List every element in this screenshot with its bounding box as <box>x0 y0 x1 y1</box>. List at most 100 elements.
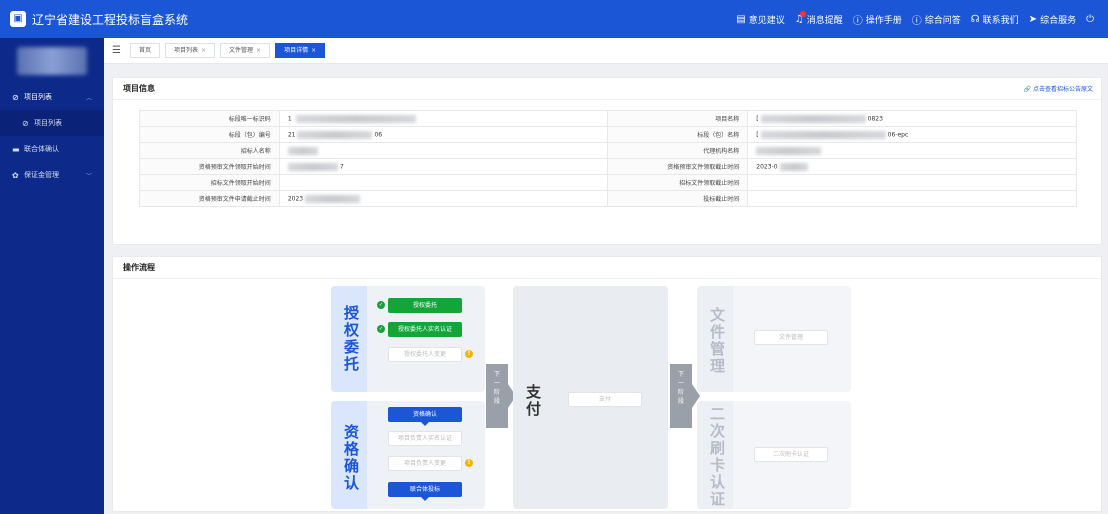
service-button[interactable]: ➤ 综合服务 <box>1029 13 1076 26</box>
group-icon: ▬ <box>12 144 20 154</box>
sidebar-item-project-list[interactable]: ⊘ 项目列表 <box>0 110 104 136</box>
check-icon: ✓ <box>377 325 385 333</box>
folder-icon: ⊘ <box>12 92 19 102</box>
field-value <box>747 190 1077 207</box>
menu-toggle-icon[interactable]: ☰ <box>112 45 121 56</box>
table-row: 标段（包）编号 21 06 标段（包）名称 [06-epc <box>139 126 1077 143</box>
chevron-down-icon <box>421 497 429 501</box>
stage-label-qualification: 资格确认 <box>342 424 360 492</box>
panel-title: 项目信息 <box>123 84 155 93</box>
field-label: 招标文件领取截止时间 <box>607 174 749 191</box>
field-value: 2023-0 <box>747 158 1077 175</box>
field-value: 21 06 <box>278 126 609 143</box>
header-actions: ▤ 意见建议 ♫ 消息提醒 ⓘ 操作手册 ⓘ 综合问答 ☊ 联系我们 ➤ 综合服务 ⏻ <box>736 10 1108 27</box>
close-icon[interactable]: × <box>256 47 261 54</box>
table-row: 资格预审文件领取开始时间 7 资格预审文件领取截止时间 2023-0 <box>139 158 1077 175</box>
manual-button[interactable]: ⓘ 操作手册 <box>853 12 902 27</box>
power-button[interactable]: ⏻ <box>1086 14 1094 25</box>
avatar <box>17 47 87 75</box>
authorized-person-verify-button[interactable]: 授权委托人实名认证 <box>388 322 462 337</box>
stage-label-card-auth: 二次刷卡认证 <box>708 406 726 508</box>
contact-button[interactable]: ☊ 联系我们 <box>971 13 1019 26</box>
field-label: 标段唯一标识码 <box>139 110 280 127</box>
field-label: 招标文件领取开始时间 <box>139 174 280 191</box>
project-info-table: 标段唯一标识码 1 项目名称 [0823 标段（包）编号 21 06 标段（包）名… <box>139 110 1077 207</box>
table-row: 招标人名称 代理机构名称 <box>139 142 1077 159</box>
send-icon: ➤ <box>1028 13 1038 25</box>
stage-label-file-management: 文件管理 <box>708 307 726 375</box>
panel-title: 操作流程 <box>123 263 155 272</box>
field-label: 标段（包）编号 <box>139 126 280 143</box>
field-value: [0823 <box>747 110 1077 127</box>
feedback-icon: ▤ <box>736 13 746 25</box>
list-icon: ⊘ <box>22 118 29 128</box>
power-icon: ⏻ <box>1086 13 1094 25</box>
chevron-down-icon <box>421 422 429 426</box>
process-flow: 授权委托 ✓ 授权委托 ✓ 授权委托人实名认证 授权委托人变更 ! 资格确认 资… <box>113 279 1103 509</box>
next-stage-arrow: 下一阶段 <box>486 364 508 428</box>
qualification-confirm-button[interactable]: 资格确认 <box>388 407 462 422</box>
redacted-value <box>760 114 866 123</box>
authorized-person-change-button[interactable]: 授权委托人变更 <box>388 347 462 362</box>
redacted-value <box>779 162 808 171</box>
card-auth-button[interactable]: 二次刷卡认证 <box>754 447 828 462</box>
field-value: 7 <box>278 158 609 175</box>
tab-home[interactable]: 首页 <box>129 43 160 58</box>
field-label: 招标人名称 <box>139 142 280 159</box>
manager-verify-button[interactable]: 项目负责人实名认证 <box>388 431 462 446</box>
redacted-value <box>756 146 822 155</box>
stage-label-authorization: 授权委托 <box>342 305 360 373</box>
sidebar: ⊘ 项目列表 ︿ ⊘ 项目列表 ▬ 联合体确认 ✿ 保证金管理 ﹀ <box>0 38 104 514</box>
notifications-button[interactable]: ♫ 消息提醒 <box>794 10 843 26</box>
bell-icon: ♫ <box>794 10 806 25</box>
field-label: 代理机构名称 <box>607 142 749 159</box>
panel-header: 项目信息 🔗 点击查看招标公告原文 <box>113 78 1101 100</box>
tab-file-management[interactable]: 文件管理 × <box>220 43 271 58</box>
table-row: 资格预审文件申请截止时间 2023 投标截止时间 <box>139 190 1077 207</box>
check-icon: ✓ <box>377 301 385 309</box>
chevron-up-icon: ︿ <box>85 94 92 102</box>
help-circle-icon: ⓘ <box>911 15 922 27</box>
panel-header: 操作流程 <box>113 257 1101 279</box>
close-icon[interactable]: × <box>201 47 206 54</box>
warning-icon: ! <box>465 350 473 358</box>
process-panel: 操作流程 授权委托 ✓ 授权委托 ✓ 授权委托人实名认证 授权委托人变更 ! 资… <box>112 256 1102 512</box>
payment-button[interactable]: 支付 <box>568 392 642 407</box>
file-management-button[interactable]: 文件管理 <box>754 330 828 345</box>
tab-project-list[interactable]: 项目列表 × <box>164 43 216 58</box>
feedback-button[interactable]: ▤ 意见建议 <box>736 13 784 26</box>
sidebar-item-consortium[interactable]: ▬ 联合体确认 <box>0 136 104 162</box>
faq-button[interactable]: ⓘ 综合问答 <box>912 12 961 27</box>
field-value <box>278 142 609 159</box>
project-info-panel: 项目信息 🔗 点击查看招标公告原文 标段唯一标识码 1 项目名称 [0823 标… <box>112 77 1102 245</box>
top-header: ▣ 辽宁省建设工程投标盲盒系统 ▤ 意见建议 ♫ 消息提醒 ⓘ 操作手册 ⓘ 综合问答 … <box>0 0 1108 38</box>
sidebar-item-deposit[interactable]: ✿ 保证金管理 ﹀ <box>0 162 104 188</box>
gear-icon: ✿ <box>12 170 19 180</box>
tabs-bar: ☰ 首页 项目列表 × 文件管理 × 项目详情 × <box>104 38 1108 64</box>
table-row: 招标文件领取开始时间 招标文件领取截止时间 <box>139 174 1077 191</box>
headset-icon: ☊ <box>970 13 980 25</box>
consortium-bid-button[interactable]: 联合体投标 <box>388 482 462 497</box>
field-label: 标段（包）名称 <box>607 126 749 143</box>
warning-icon: ! <box>465 459 473 467</box>
field-label: 项目名称 <box>607 110 749 127</box>
chevron-down-icon: ﹀ <box>85 172 92 180</box>
manager-change-button[interactable]: 项目负责人变更 <box>388 456 462 471</box>
view-announcement-link[interactable]: 🔗 点击查看招标公告原文 <box>1024 84 1093 93</box>
stage-label-payment: 支付 <box>524 384 542 418</box>
redacted-value <box>295 114 416 123</box>
authorize-button[interactable]: 授权委托 <box>388 298 462 313</box>
field-value: 1 <box>278 110 609 127</box>
tab-project-detail[interactable]: 项目详情 × <box>275 43 326 58</box>
help-circle-icon: ⓘ <box>852 15 863 27</box>
field-value <box>747 174 1077 191</box>
field-value: 2023 <box>278 190 609 207</box>
sidebar-item-projects[interactable]: ⊘ 项目列表 ︿ <box>0 84 104 110</box>
redacted-value <box>287 162 338 171</box>
field-label: 资格预审文件领取截止时间 <box>607 158 749 175</box>
close-icon[interactable]: × <box>311 47 316 54</box>
field-value <box>278 174 609 191</box>
redacted-value <box>760 130 886 139</box>
app-title: 辽宁省建设工程投标盲盒系统 <box>32 12 189 27</box>
field-label: 资格预审文件领取开始时间 <box>139 158 280 175</box>
